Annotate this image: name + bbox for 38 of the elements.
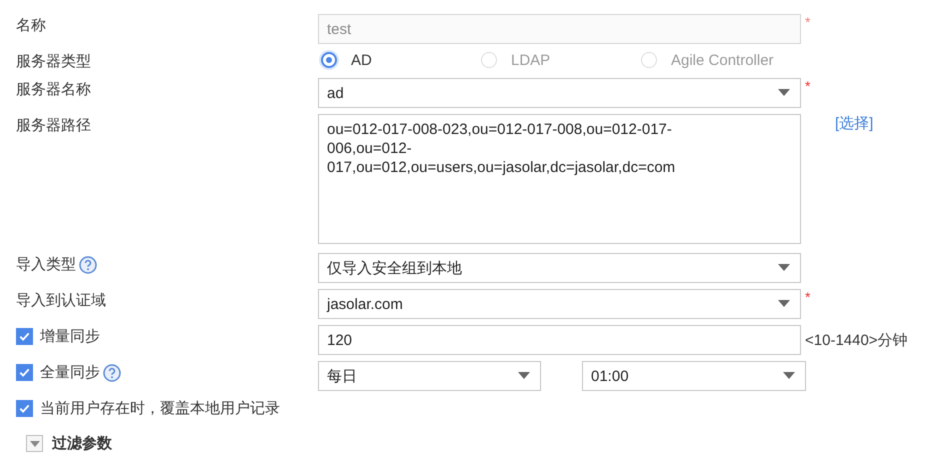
checkbox-label: 当前用户存在时，覆盖本地用户记录	[40, 399, 280, 418]
caret-icon	[30, 440, 40, 448]
input-field[interactable]: 120	[318, 325, 801, 355]
field-label: 服务器路径	[16, 116, 91, 135]
required-mark: *	[805, 78, 810, 94]
radio-label: AD	[351, 52, 372, 68]
expand-toggle[interactable]	[26, 435, 43, 452]
checkbox[interactable]	[16, 400, 33, 417]
checkbox[interactable]	[16, 364, 33, 381]
field-label: 名称	[16, 16, 46, 35]
dropdown[interactable]: jasolar.com	[318, 289, 801, 319]
radio-label: LDAP	[511, 52, 550, 68]
field-label: 服务器名称	[16, 80, 91, 99]
caret-icon	[778, 89, 790, 97]
caret-icon	[518, 372, 530, 380]
radio-label: Agile Controller	[671, 52, 774, 68]
checkbox[interactable]	[16, 328, 33, 345]
dropdown[interactable]: 仅导入安全组到本地	[318, 253, 801, 283]
section-title: 过滤参数	[52, 434, 112, 453]
field-label: 服务器类型	[16, 52, 91, 71]
range-hint: <10-1440>分钟	[805, 331, 908, 350]
help-icon[interactable]	[79, 256, 97, 274]
required-mark: *	[805, 289, 810, 305]
dropdown[interactable]: 01:00	[582, 361, 806, 391]
caret-icon	[783, 372, 795, 380]
dropdown[interactable]: 每日	[318, 361, 541, 391]
help-icon[interactable]	[103, 364, 121, 382]
caret-icon	[778, 264, 790, 272]
field-label: 导入到认证域	[16, 291, 106, 310]
field-label: 增量同步	[40, 327, 100, 346]
field-label: 全量同步	[40, 363, 100, 382]
caret-icon	[778, 300, 790, 308]
dropdown[interactable]: ad	[318, 78, 801, 108]
path-field[interactable]: ou=012-017-008-023,ou=012-017-008,ou=012-017-006,ou=012-017,ou=012,ou=users,ou=jasolar,dc=jasolar,dc=com	[318, 114, 801, 244]
field-label: 导入类型	[16, 255, 76, 274]
required-mark: *	[805, 14, 810, 30]
radio-button[interactable]	[321, 52, 337, 68]
select-link[interactable]: [选择]	[835, 114, 874, 133]
